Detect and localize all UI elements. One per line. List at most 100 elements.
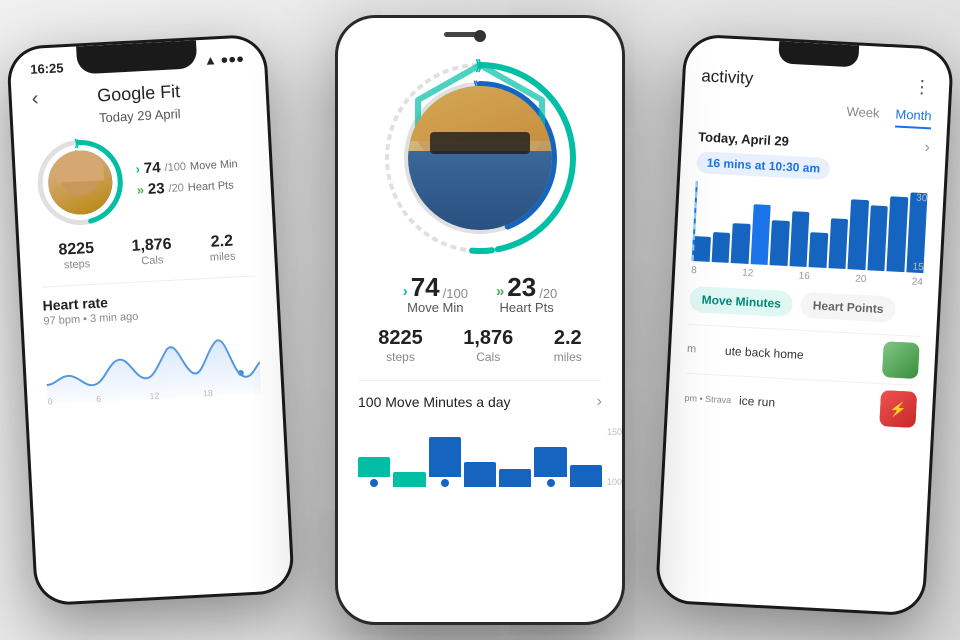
right-phone: activity ⋮ Week Month Today, April 29 › … (655, 33, 954, 616)
move-min-val-center: 74 (411, 274, 440, 300)
tab-week[interactable]: Week (846, 104, 880, 127)
bar-chart-preview: 150 100 (358, 427, 602, 487)
miles-val: 2.2 (209, 232, 236, 251)
steps-val: 8225 (58, 240, 94, 260)
center-phone: ⟫ ⟫ (335, 15, 625, 625)
heart-pts-val-center: 23 (507, 274, 536, 300)
bar-4 (464, 462, 496, 487)
bar-2 (393, 472, 425, 487)
svg-text:12: 12 (149, 391, 159, 402)
steps-val-center: 8225 (378, 327, 423, 350)
right-tabs: Week Month (699, 96, 932, 129)
back-button[interactable]: ‹ (31, 88, 39, 111)
hr-chart-svg: 0 6 12 18 (44, 324, 261, 405)
move-min-label: Move Min (190, 158, 238, 172)
toggle-row: Move Minutes Heart Points (689, 286, 922, 324)
menu-button[interactable]: ⋮ (913, 76, 934, 98)
bar-r-9 (847, 199, 868, 270)
miles-label: miles (210, 250, 236, 263)
bar-r-7 (809, 232, 828, 268)
cals-center: 1,876 Cals (463, 327, 513, 364)
heart-pts-group: » 23 /20 Heart Pts (496, 274, 557, 315)
check-1 (370, 479, 378, 487)
heart-pts-goal: /20 (168, 182, 184, 195)
activity-badge: 16 mins at 10:30 am (696, 151, 830, 180)
steps-stat: 8225 steps (58, 240, 95, 272)
ring-small: ⟫ ⟫ (34, 136, 126, 228)
big-ring: ⟫ ⟫ (380, 58, 580, 258)
time-left: 16:25 (30, 60, 64, 77)
heart-points-btn[interactable]: Heart Points (800, 292, 896, 323)
steps-center: 8225 steps (378, 327, 423, 364)
svg-text:⟫: ⟫ (74, 138, 80, 149)
cals-val: 1,876 (131, 236, 172, 256)
heart-pts-label-center: Heart Pts (496, 300, 557, 315)
bar-r-10 (867, 205, 888, 271)
bar-7 (570, 465, 602, 487)
move-min-icon: › (135, 161, 140, 176)
bar-r-8 (828, 218, 848, 269)
right-header: activity ⋮ (701, 65, 934, 98)
bar-r-5 (770, 220, 790, 266)
bar-chart-right: 30 15 (692, 181, 928, 273)
profile-photo (408, 86, 552, 230)
section-row[interactable]: 100 Move Minutes a day › (358, 380, 602, 423)
move-min-label-center: Move Min (403, 300, 468, 315)
miles-val-center: 2.2 (554, 327, 582, 350)
move-min-val: 74 (143, 159, 161, 177)
heart-pts-goal-center: /20 (539, 287, 557, 300)
section-label: 100 Move Minutes a day (358, 394, 511, 410)
move-min-group: › 74 /100 Move Min (403, 274, 468, 315)
bar-r-4-dashed (750, 204, 771, 265)
notch-right (778, 41, 859, 67)
steps-label: steps (59, 258, 95, 272)
ring-stats-small: › 74 /100 Move Min » 23 /20 Heart Pts (135, 155, 239, 198)
miles-stat: 2.2 miles (209, 232, 236, 263)
section-chevron-icon: › (597, 393, 602, 411)
heart-pts-label: Heart Pts (188, 179, 234, 193)
move-minutes-btn[interactable]: Move Minutes (689, 286, 794, 317)
chart-container: 30 15 8 12 16 20 24 (691, 181, 928, 288)
svg-text:18: 18 (203, 388, 213, 399)
check-3 (441, 479, 449, 487)
activity-text-1: ute back home (725, 344, 876, 366)
svg-text:0: 0 (47, 396, 53, 405)
cals-stat: 1,876 Cals (131, 236, 173, 268)
tab-month[interactable]: Month (895, 106, 932, 129)
activity-thumb-2: ⚡ (879, 390, 917, 428)
bar-5 (499, 469, 531, 487)
signal-left: ▲ ●●● (204, 50, 245, 67)
bar-r-11 (886, 196, 907, 272)
activity-thumb-1 (882, 341, 920, 379)
chart-y-labels: 150 100 (607, 427, 622, 487)
bar-1 (358, 457, 390, 487)
ring-widget: ⟫ ⟫ › 74 /100 Move Min (34, 130, 252, 229)
activity-text-2: ice run (739, 394, 873, 415)
center-stats-row: › 74 /100 Move Min » 23 /20 Heart Pts (358, 274, 602, 315)
right-chevron-icon[interactable]: › (924, 139, 930, 157)
move-min-goal-center: /100 (443, 287, 468, 300)
activity-meta-1: m (687, 343, 718, 357)
bar-r-6 (789, 211, 809, 267)
avatar-center (408, 86, 552, 230)
activity-title: activity (701, 66, 754, 89)
right-date: Today, April 29 (698, 129, 789, 149)
bar-6 (534, 447, 566, 487)
stats-row-left: 8225 steps 1,876 Cals 2.2 miles (39, 232, 254, 273)
activity-meta-2: pm • Strava (684, 393, 731, 405)
bar-r-3 (731, 223, 751, 264)
heart-pts-val: 23 (147, 180, 165, 198)
bar-3 (429, 437, 461, 487)
bar-r-2 (711, 232, 730, 263)
cals-val-center: 1,876 (463, 327, 513, 350)
check-6 (547, 479, 555, 487)
steps-label-center: steps (378, 350, 423, 364)
svg-text:6: 6 (96, 394, 102, 404)
heart-pts-chevron: » (496, 283, 504, 300)
heart-rate-section: Heart rate 97 bpm • 3 min ago 0 (42, 275, 262, 410)
center-bottom-stats: 8225 steps 1,876 Cals 2.2 miles (358, 327, 602, 364)
cals-label: Cals (132, 254, 173, 268)
app-title: Google Fit (97, 81, 181, 106)
miles-label-center: miles (554, 350, 582, 364)
cals-label-center: Cals (463, 350, 513, 364)
